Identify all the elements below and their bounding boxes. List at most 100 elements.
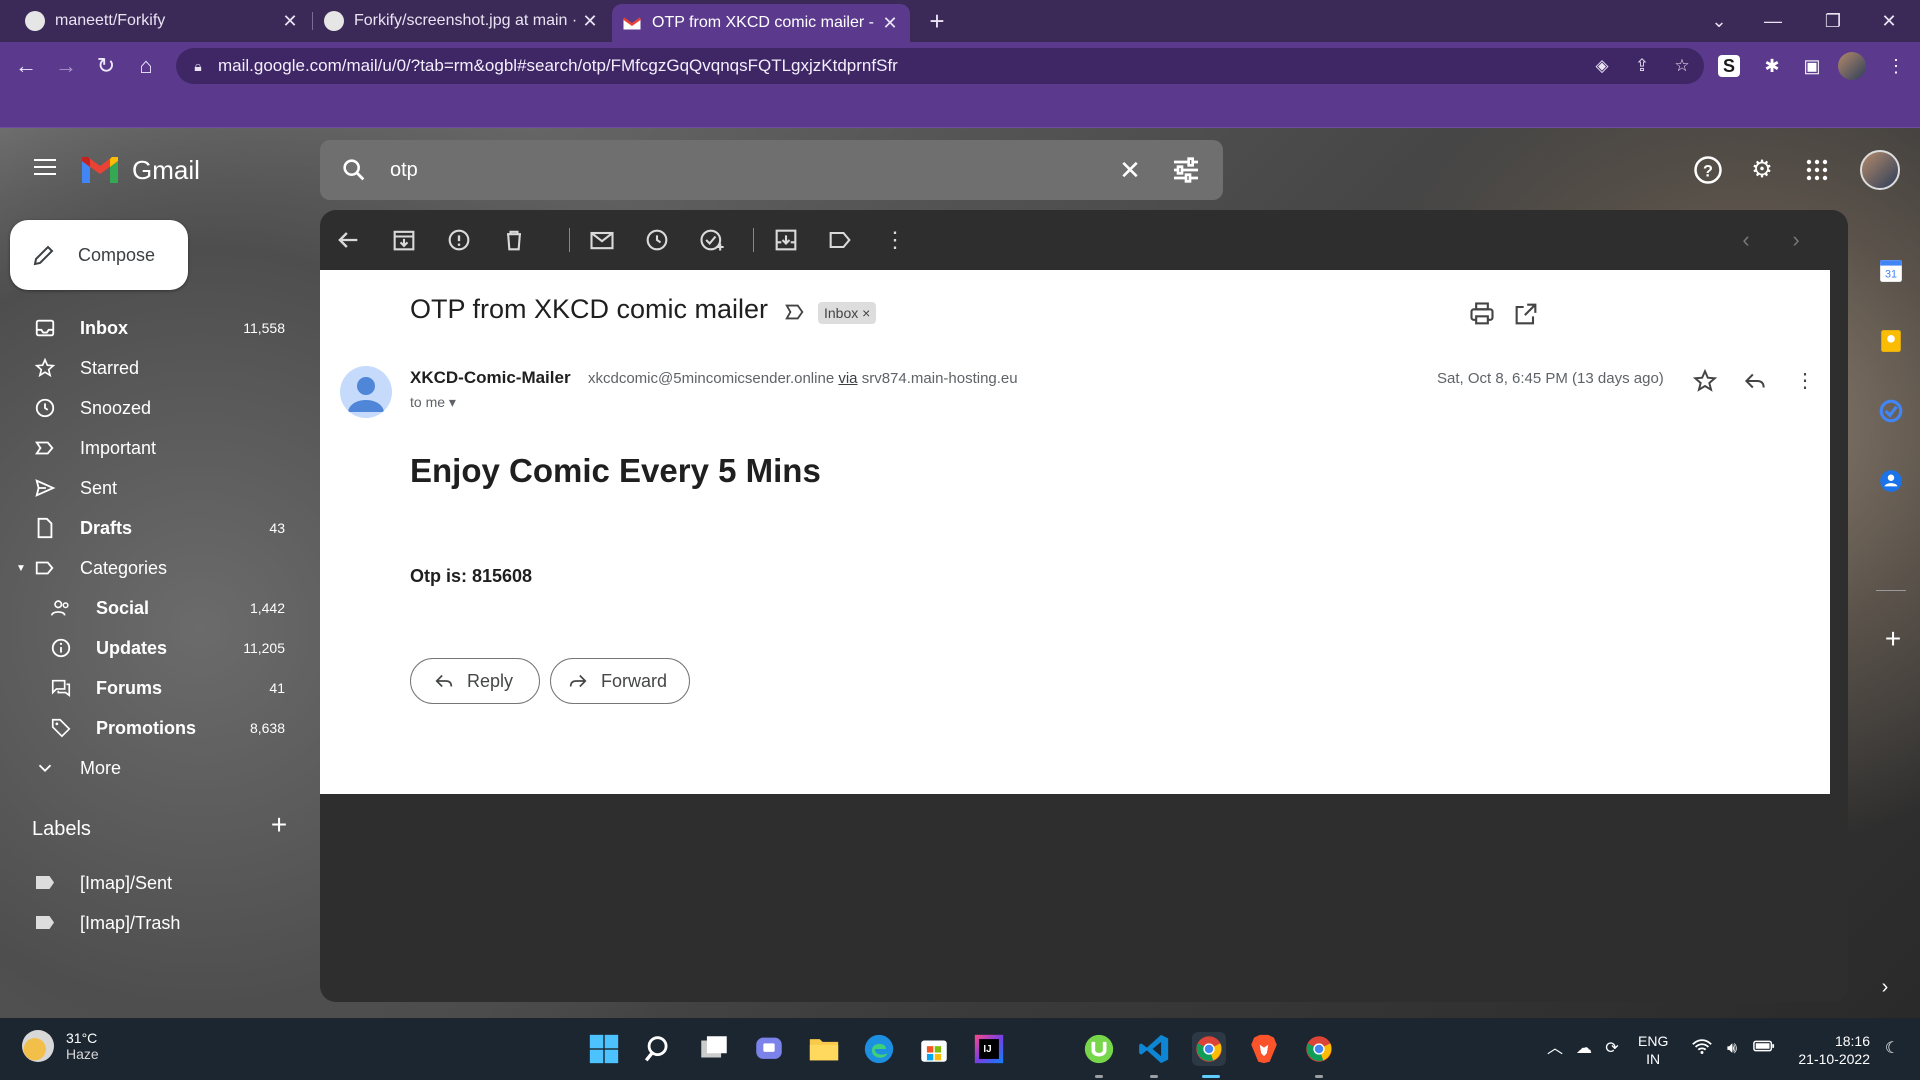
contacts-icon[interactable]: [1878, 468, 1908, 498]
chrome-profile-icon[interactable]: [1192, 1032, 1226, 1066]
nav-updates[interactable]: Updates 11,205: [0, 628, 300, 668]
forward-button[interactable]: Forward: [550, 658, 690, 704]
nav-more[interactable]: More: [0, 748, 300, 788]
search-bar[interactable]: otp ✕: [320, 140, 1223, 200]
lock-icon[interactable]: 🔒︎: [188, 56, 208, 76]
get-add-ons-button[interactable]: +: [1878, 624, 1908, 654]
account-avatar[interactable]: [1860, 150, 1900, 190]
weather-widget[interactable]: 31°C Haze: [22, 1030, 99, 1062]
nav-forums[interactable]: Forums 41: [0, 668, 300, 708]
help-icon[interactable]: ?: [1688, 150, 1728, 190]
nav-drafts[interactable]: Drafts 43: [0, 508, 300, 548]
search-options-icon[interactable]: [1170, 154, 1202, 186]
tab-gmail-otp[interactable]: OTP from XKCD comic mailer - m ✕: [612, 4, 910, 42]
clear-search-icon[interactable]: ✕: [1114, 154, 1146, 186]
search-icon[interactable]: [340, 156, 368, 184]
bookmark-star-icon[interactable]: ☆: [1670, 54, 1694, 78]
open-in-new-window-icon[interactable]: [1512, 300, 1540, 328]
clock[interactable]: 18:16 21-10-2022: [1794, 1032, 1870, 1068]
chrome-icon[interactable]: [1302, 1032, 1336, 1066]
show-hidden-icons-chevron[interactable]: ︿: [1543, 1038, 1567, 1060]
sync-icon[interactable]: ⟳: [1600, 1038, 1624, 1060]
back-to-search-icon[interactable]: [334, 226, 362, 254]
snooze-icon[interactable]: [643, 226, 671, 254]
onedrive-cloud-icon[interactable]: ☁: [1572, 1038, 1596, 1060]
older-message-icon[interactable]: ›: [1782, 226, 1810, 254]
nav-social[interactable]: Social 1,442: [0, 588, 300, 628]
via-link[interactable]: via: [838, 370, 857, 387]
nav-important[interactable]: Important: [0, 428, 300, 468]
file-explorer-icon[interactable]: [807, 1032, 841, 1066]
tab-forkify-screenshot[interactable]: Forkify/screenshot.jpg at main · r ✕: [312, 0, 610, 42]
close-tab-icon[interactable]: ✕: [576, 11, 604, 32]
main-menu-icon[interactable]: [30, 154, 60, 184]
teams-chat-icon[interactable]: [752, 1032, 786, 1066]
sender-name[interactable]: XKCD-Comic-Mailer: [410, 368, 571, 388]
tab-search-icon[interactable]: ⌄: [1696, 0, 1742, 42]
restore-button[interactable]: ❐: [1810, 0, 1856, 42]
calendar-icon[interactable]: 31: [1878, 258, 1908, 288]
minimize-button[interactable]: —: [1750, 0, 1796, 42]
details-dropdown-icon[interactable]: ▾: [449, 394, 456, 410]
nav-starred[interactable]: Starred: [0, 348, 300, 388]
vscode-icon[interactable]: [1137, 1032, 1171, 1066]
newer-message-icon[interactable]: ‹: [1732, 226, 1760, 254]
report-spam-icon[interactable]: [445, 226, 473, 254]
reload-button[interactable]: ↻: [90, 50, 122, 82]
home-button[interactable]: ⌂: [130, 50, 162, 82]
message-more-icon[interactable]: ⋮: [1792, 368, 1818, 394]
delete-icon[interactable]: [500, 226, 528, 254]
profile-avatar[interactable]: [1838, 52, 1866, 80]
volume-icon[interactable]: 🔊︎: [1720, 1038, 1744, 1060]
extensions-puzzle-icon[interactable]: ✱: [1758, 52, 1786, 80]
labels-icon[interactable]: [826, 226, 854, 254]
reply-icon[interactable]: [1742, 368, 1768, 394]
tab-forkify-repo[interactable]: maneett/Forkify ✕: [0, 0, 310, 42]
nav-sent[interactable]: Sent: [0, 468, 300, 508]
label-imap-trash[interactable]: [Imap]/Trash: [0, 903, 300, 943]
keep-icon[interactable]: [1878, 328, 1908, 358]
search-input[interactable]: otp: [390, 140, 418, 200]
google-apps-icon[interactable]: [1797, 150, 1837, 190]
browser-menu-icon[interactable]: ⋮: [1882, 52, 1910, 80]
extension-s-icon[interactable]: S: [1718, 55, 1740, 77]
close-tab-icon[interactable]: ✕: [276, 11, 304, 32]
search-taskbar-icon[interactable]: [642, 1032, 676, 1066]
nav-inbox[interactable]: Inbox 11,558: [0, 308, 300, 348]
collapse-arrow-icon[interactable]: ▼: [16, 563, 26, 574]
print-icon[interactable]: [1468, 300, 1496, 328]
share-icon[interactable]: ⇪: [1630, 54, 1654, 78]
intellij-idea-icon[interactable]: IJ: [972, 1032, 1006, 1066]
view-site-info-icon[interactable]: ◈: [1590, 54, 1614, 78]
recipient-details[interactable]: to me ▾: [410, 394, 456, 411]
gmail-logo[interactable]: Gmail: [80, 150, 200, 190]
star-message-icon[interactable]: [1692, 368, 1718, 394]
language-indicator[interactable]: ENG IN: [1638, 1032, 1668, 1068]
microsoft-store-icon[interactable]: [917, 1032, 951, 1066]
new-tab-button[interactable]: +: [920, 4, 954, 38]
archive-icon[interactable]: [390, 226, 418, 254]
utorrent-icon[interactable]: [1082, 1032, 1116, 1066]
nav-categories[interactable]: ▼ Categories: [0, 548, 300, 588]
start-menu-icon[interactable]: [587, 1032, 621, 1066]
show-side-panel-icon[interactable]: ›: [1872, 974, 1898, 1000]
inbox-label-chip[interactable]: Inbox ×: [818, 302, 877, 324]
wifi-icon[interactable]: [1690, 1038, 1714, 1060]
nav-snoozed[interactable]: Snoozed: [0, 388, 300, 428]
more-actions-icon[interactable]: ⋮: [881, 226, 909, 254]
compose-button[interactable]: Compose: [10, 220, 188, 290]
mark-unread-icon[interactable]: [588, 226, 616, 254]
battery-icon[interactable]: [1752, 1038, 1776, 1060]
add-to-tasks-icon[interactable]: [698, 226, 726, 254]
remove-label-icon[interactable]: ×: [862, 305, 870, 321]
close-tab-icon[interactable]: ✕: [876, 13, 904, 34]
notifications-icon[interactable]: ☾: [1880, 1038, 1904, 1060]
settings-gear-icon[interactable]: ⚙: [1742, 150, 1782, 190]
brave-icon[interactable]: [1247, 1032, 1281, 1066]
side-panel-icon[interactable]: ▣: [1798, 52, 1826, 80]
task-view-icon[interactable]: [697, 1032, 731, 1066]
close-window-button[interactable]: ✕: [1866, 0, 1912, 42]
nav-promotions[interactable]: Promotions 8,638: [0, 708, 300, 748]
edge-icon[interactable]: [862, 1032, 896, 1066]
reply-button[interactable]: Reply: [410, 658, 540, 704]
